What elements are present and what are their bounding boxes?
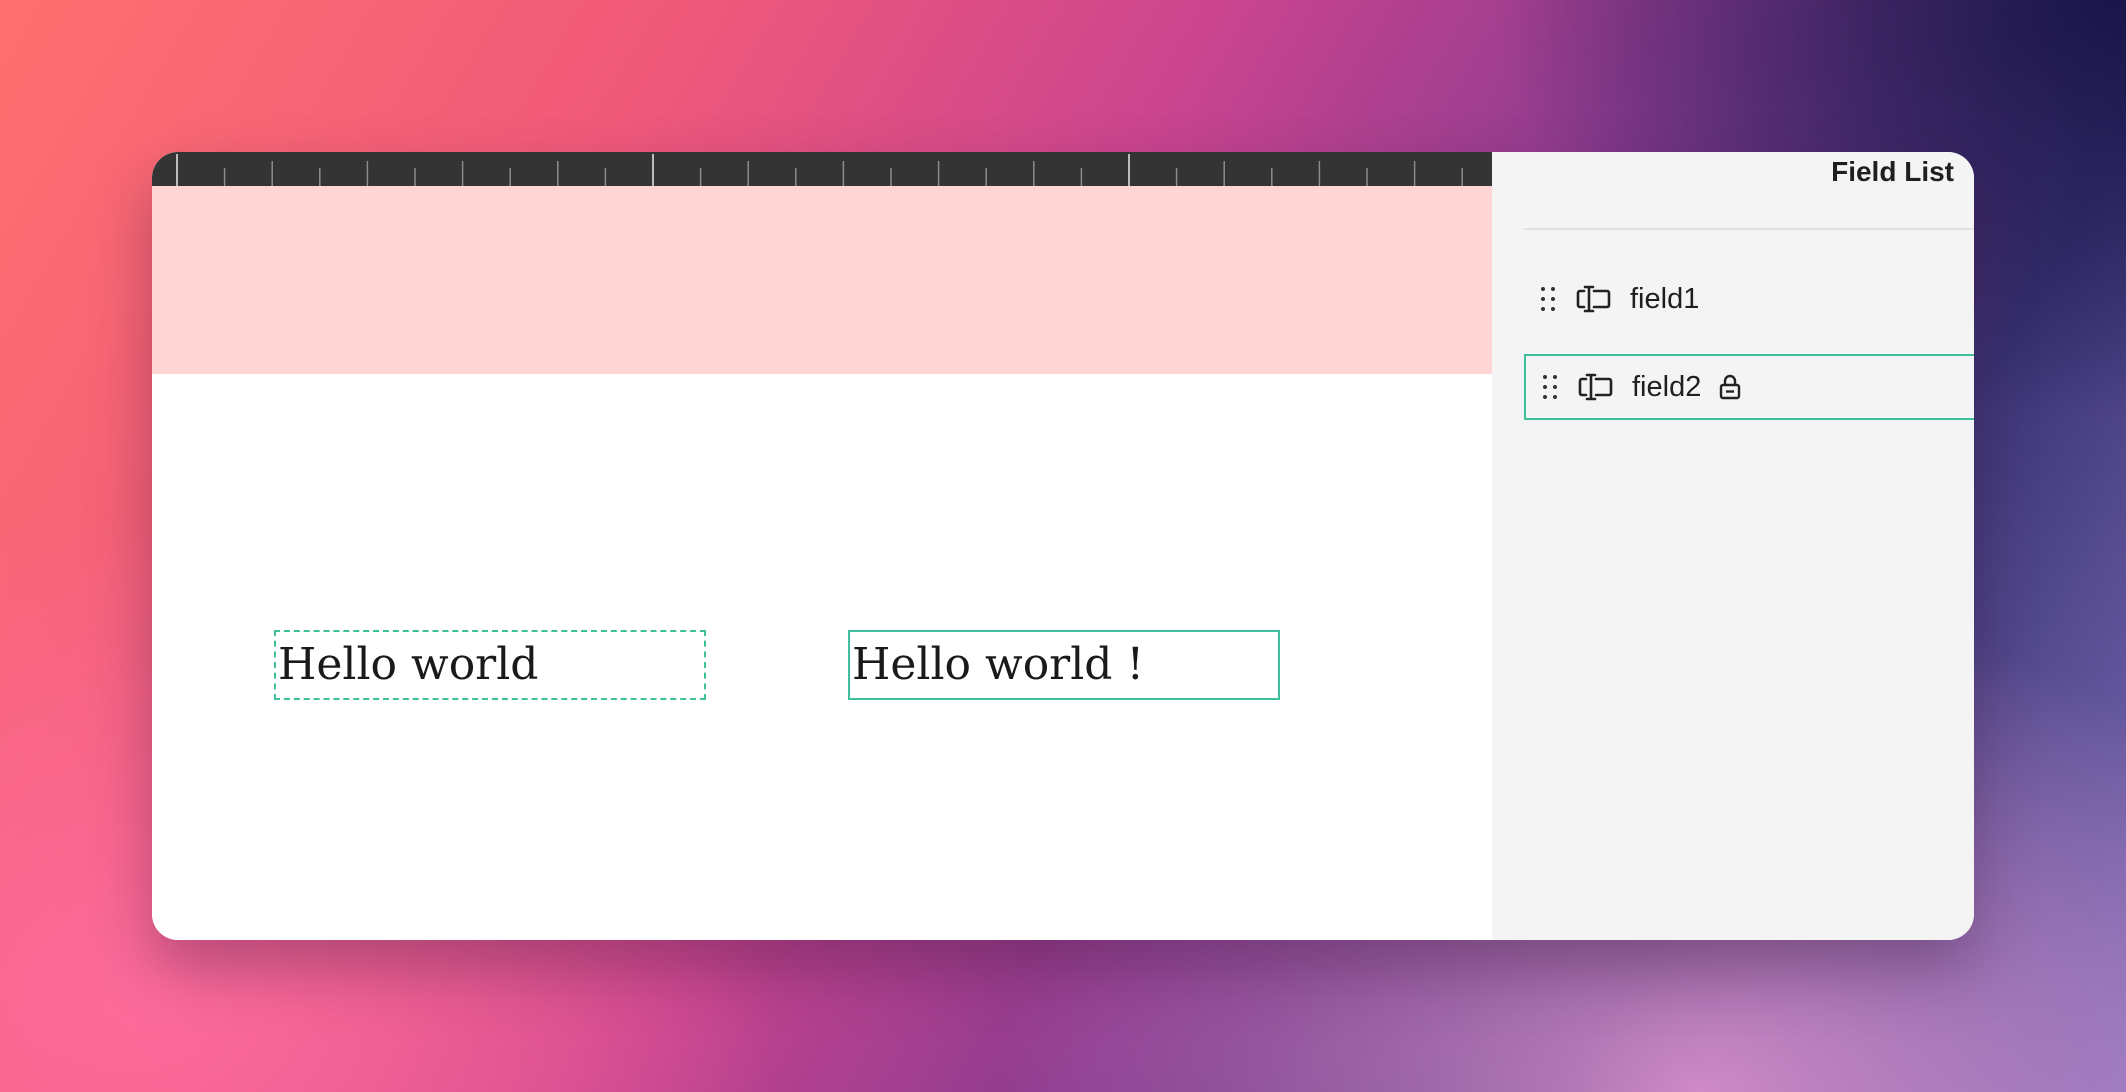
- design-canvas[interactable]: Hello world Hello world !: [152, 152, 1492, 940]
- horizontal-ruler: [152, 152, 1492, 186]
- field-list-item-field1[interactable]: field1: [1524, 266, 1974, 332]
- field-list-item-label: field2: [1632, 370, 1702, 403]
- field-list-panel: Field List field1 field2: [1492, 152, 1974, 940]
- divider: [1524, 228, 1974, 230]
- text-field-icon: [1576, 285, 1611, 313]
- text-field-field1[interactable]: Hello world: [274, 630, 706, 700]
- field-list-title: Field List: [1831, 156, 1954, 187]
- field-list-item-label: field1: [1630, 282, 1700, 315]
- text-field-field2-selected[interactable]: Hello world !: [848, 630, 1280, 700]
- drag-handle-icon[interactable]: [1540, 373, 1560, 401]
- header-band: [152, 186, 1492, 374]
- drag-handle-icon[interactable]: [1538, 285, 1558, 313]
- text-field-icon: [1578, 373, 1613, 401]
- field-list-item-field2[interactable]: field2: [1524, 354, 1974, 420]
- designer-window: Hello world Hello world ! Field List fie…: [152, 152, 1974, 940]
- ruler-ticks: [176, 154, 1463, 186]
- lock-icon[interactable]: [1719, 374, 1741, 400]
